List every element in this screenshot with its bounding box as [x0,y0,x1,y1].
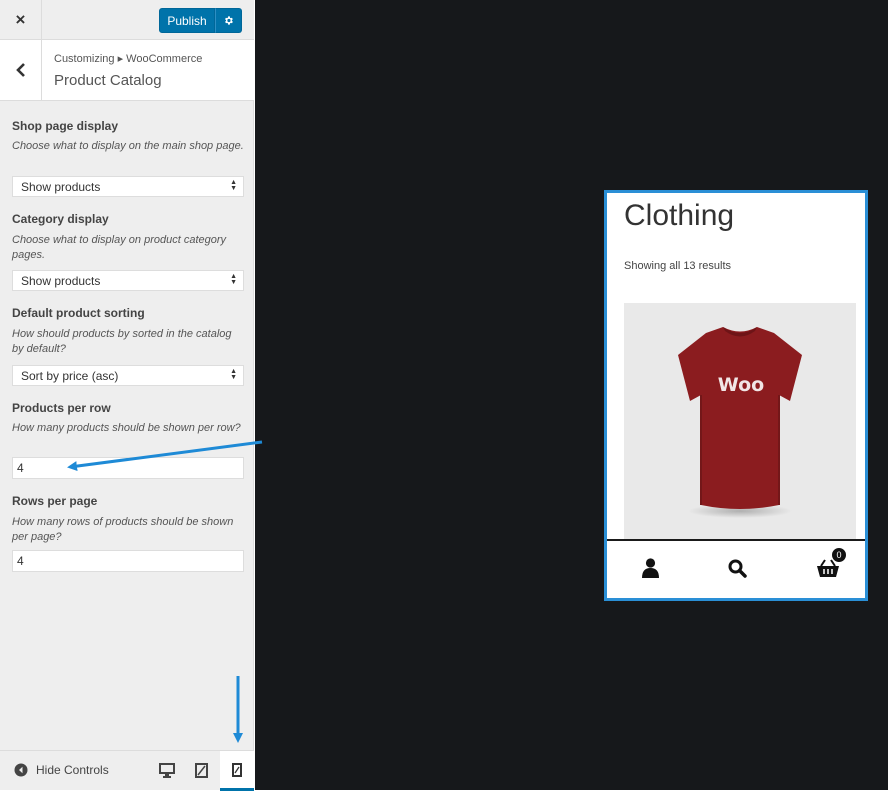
gear-icon [225,16,233,25]
select-arrows-icon: ▲ ▼ [230,179,237,192]
category-display-value: Show products [21,273,101,288]
section-title: Product Catalog [54,72,162,89]
customizer-topbar: × Publish [0,0,254,40]
result-count: Showing all 13 results [624,260,732,272]
mobile-preview-frame: Clothing Showing all 13 results Woo 0 [604,190,868,601]
cart-button[interactable]: 0 [815,547,847,581]
hide-controls-button[interactable]: Hide Controls [14,763,109,777]
account-button[interactable] [637,555,663,581]
tablet-icon [194,762,208,778]
desktop-preview-button[interactable] [156,759,178,781]
sorting-label: Default product sorting [12,306,145,320]
tshirt-image: Woo [678,327,802,518]
section-header: Customizing ▸ WooCommerce Product Catalo… [0,40,254,101]
select-arrows-icon: ▲ ▼ [230,368,237,381]
breadcrumb: Customizing ▸ WooCommerce [54,53,203,65]
circle-left-icon [14,763,28,777]
search-icon [728,559,747,578]
per-row-input[interactable]: 4 [12,457,244,479]
category-display-select[interactable]: Show products ▲ ▼ [12,270,244,291]
woo-logo-text: Woo [718,374,764,396]
mobile-footer-bar: 0 [607,539,865,598]
chevron-left-icon [15,63,25,77]
close-icon: × [15,10,26,29]
hide-controls-label: Hide Controls [36,763,109,777]
page-title: Clothing [624,199,735,232]
category-display-label: Category display [12,212,109,226]
desktop-icon [159,762,175,778]
rows-per-page-description: How many rows of products should be show… [12,516,234,543]
shop-display-select[interactable]: Show products ▲ ▼ [12,176,244,197]
search-button[interactable] [724,555,750,581]
customizer-sidebar: × Publish Customizing ▸ WooCommerce Prod… [0,0,254,791]
sorting-description: How should products by sorted in the cat… [12,328,232,355]
sorting-value: Sort by price (asc) [21,368,119,383]
back-button[interactable] [0,40,42,100]
shop-display-value: Show products [21,179,101,194]
sorting-select[interactable]: Sort by price (asc) ▲ ▼ [12,365,244,386]
mobile-preview-button[interactable] [220,751,254,791]
publish-settings-button[interactable] [215,8,242,33]
rows-per-page-label: Rows per page [12,494,98,508]
category-display-description: Choose what to display on product catego… [12,234,227,261]
user-icon [641,558,659,578]
tablet-preview-button[interactable] [190,759,212,781]
select-arrows-icon: ▲ ▼ [230,273,237,286]
publish-button[interactable]: Publish [159,8,215,33]
rows-per-page-input[interactable]: 4 [12,550,244,572]
customizer-footer: Hide Controls [0,750,254,791]
per-row-description: How many products should be shown per ro… [12,422,241,434]
per-row-label: Products per row [12,401,111,415]
shop-display-description: Choose what to display on the main shop … [12,140,244,152]
close-button[interactable]: × [0,0,42,40]
mobile-icon [232,762,242,777]
product-image[interactable]: Woo [624,303,856,540]
shop-display-label: Shop page display [12,119,119,133]
cart-count-badge: 0 [831,547,847,563]
